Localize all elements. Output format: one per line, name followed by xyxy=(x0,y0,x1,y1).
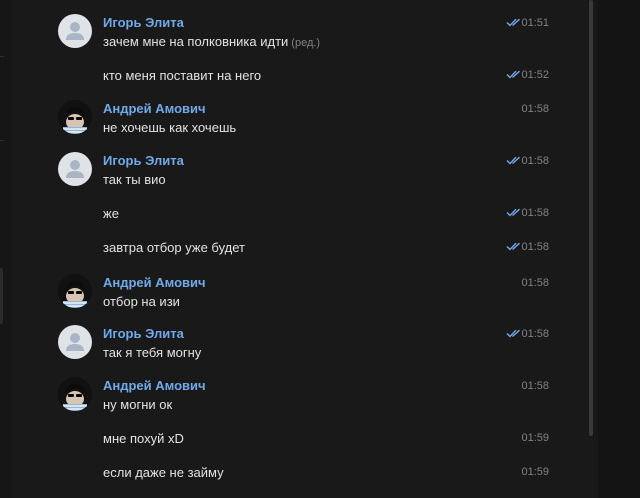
author-name[interactable]: Игорь Элита xyxy=(103,15,184,30)
message-text: так ты вио xyxy=(103,172,166,187)
message-text: если даже не займу xyxy=(103,465,224,480)
double-check-icon xyxy=(506,242,521,251)
message-text: мне похуй xD xyxy=(103,431,184,446)
message-row[interactable]: Игорь Элита так ты вио 01:58 xyxy=(12,152,590,187)
sidebar-resize-handle[interactable] xyxy=(0,268,3,324)
message-scrollbar[interactable] xyxy=(588,0,594,498)
message-text: зачем мне на полковника идти (ред.) xyxy=(103,34,320,49)
message-time: 01:52 xyxy=(521,69,549,81)
avatar[interactable] xyxy=(58,377,92,411)
message-row[interactable]: завтра отбор уже будет 01:58 xyxy=(12,238,590,272)
message-text-content: зачем мне на полковника идти xyxy=(103,34,289,49)
message-row[interactable]: если даже не займу 01:59 xyxy=(12,463,590,497)
message-time: 01:58 xyxy=(521,380,549,392)
double-check-icon xyxy=(506,208,521,217)
author-name[interactable]: Андрей Амович xyxy=(103,101,206,116)
message-row[interactable]: кто меня поставит на него 01:52 xyxy=(12,66,590,100)
message-text-content: завтра отбор уже будет xyxy=(103,240,246,255)
author-name[interactable]: Андрей Амович xyxy=(103,378,206,393)
message-text: кто меня поставит на него xyxy=(103,68,261,83)
double-check-icon xyxy=(506,70,521,79)
message-time: 01:58 xyxy=(521,241,549,253)
message-row[interactable]: же 01:58 xyxy=(12,204,590,238)
message-text-content: не хочешь как хочешь xyxy=(103,120,237,135)
message-time: 01:58 xyxy=(521,103,549,115)
message-text-content: же xyxy=(103,206,119,221)
message-text-content: так ты вио xyxy=(103,172,166,187)
double-check-icon xyxy=(506,18,521,27)
message-text: завтра отбор уже будет xyxy=(103,240,245,255)
message-text-content: так я тебя могну xyxy=(103,345,202,360)
message-history: Игорь Элита зачем мне на полковника идти(… xyxy=(12,0,590,498)
message-text: ну могни ок xyxy=(103,397,172,412)
message-row[interactable]: Андрей Амович отбор на изи 01:58 xyxy=(12,274,590,309)
message-text-content: если даже не займу xyxy=(103,465,224,480)
message-text: отбор на изи xyxy=(103,294,180,309)
avatar[interactable] xyxy=(58,274,92,308)
person-silhouette-icon[interactable] xyxy=(58,152,92,186)
message-text-content: отбор на изи xyxy=(103,294,180,309)
message-text: же xyxy=(103,206,119,221)
author-name[interactable]: Игорь Элита xyxy=(103,153,184,168)
message-text-content: ну могни ок xyxy=(103,397,173,412)
message-time: 01:59 xyxy=(521,466,549,478)
author-name[interactable]: Игорь Элита xyxy=(103,326,184,341)
message-row[interactable]: Игорь Элита зачем мне на полковника идти(… xyxy=(12,14,590,49)
message-text: так я тебя могну xyxy=(103,345,201,360)
divider xyxy=(0,140,4,141)
message-row[interactable]: Андрей Амович не хочешь как хочешь 01:58 xyxy=(12,100,590,135)
left-sidebar-edge xyxy=(0,0,12,498)
message-time: 01:59 xyxy=(521,432,549,444)
divider xyxy=(0,56,4,57)
person-silhouette-icon[interactable] xyxy=(58,14,92,48)
message-time: 01:58 xyxy=(521,155,549,167)
message-text-content: кто меня поставит на него xyxy=(103,68,262,83)
message-text: не хочешь как хочешь xyxy=(103,120,236,135)
right-panel-edge xyxy=(598,0,640,498)
message-time: 01:51 xyxy=(521,17,549,29)
message-text-content: мне похуй xD xyxy=(103,431,184,446)
scrollbar-thumb[interactable] xyxy=(589,0,593,436)
message-time: 01:58 xyxy=(521,277,549,289)
edited-mark: (ред.) xyxy=(291,37,321,49)
person-silhouette-icon[interactable] xyxy=(58,325,92,359)
author-name[interactable]: Андрей Амович xyxy=(103,275,206,290)
message-time: 01:58 xyxy=(521,328,549,340)
double-check-icon xyxy=(506,156,521,165)
message-row[interactable]: Андрей Амович ну могни ок 01:58 xyxy=(12,377,590,412)
double-check-icon xyxy=(506,329,521,338)
message-time: 01:58 xyxy=(521,207,549,219)
message-row[interactable]: мне похуй xD 01:59 xyxy=(12,429,590,463)
message-row[interactable]: Игорь Элита так я тебя могну 01:58 xyxy=(12,325,590,360)
avatar[interactable] xyxy=(58,100,92,134)
